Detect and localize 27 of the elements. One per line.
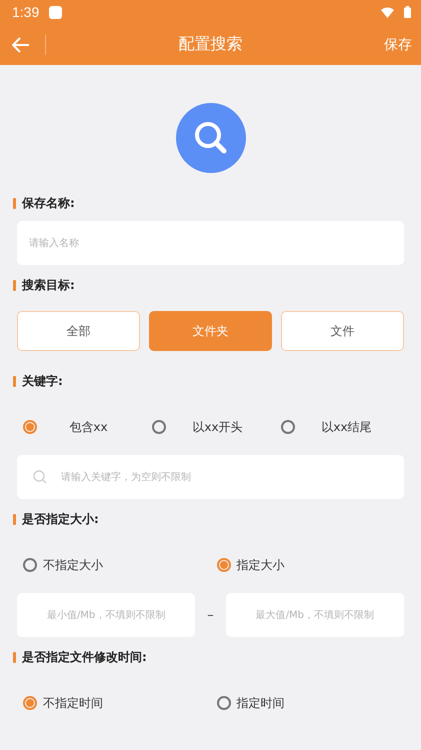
radio-option[interactable]: 指定时间 (210, 691, 404, 715)
notification-icon (49, 6, 62, 18)
wifi-icon (381, 6, 394, 18)
radio-option[interactable]: 不指定时间 (17, 691, 210, 715)
section-label: 保存名称: (13, 193, 404, 213)
radio-option[interactable]: 不指定大小 (17, 553, 210, 577)
min-size-field[interactable]: 最小值/Mb，不填则不限制 (17, 593, 196, 637)
target-option-button[interactable]: 文件 (281, 311, 404, 351)
status-time: 1:39 (12, 4, 40, 20)
radio-option[interactable]: 指定大小 (210, 553, 404, 577)
radio-option[interactable]: 以xx结尾 (275, 415, 404, 439)
search-icon (176, 103, 246, 173)
radio-option[interactable]: 以xx开头 (146, 415, 275, 439)
section-label: 是否指定大小: (13, 509, 404, 529)
section-label: 是否指定文件修改时间: (13, 647, 404, 667)
radio-option[interactable]: 包含xx (17, 415, 146, 439)
target-option-button[interactable]: 全部 (17, 311, 140, 351)
back-arrow-icon (12, 36, 30, 52)
battery-icon (404, 6, 411, 18)
name-input-field[interactable]: 请输入名称 (17, 221, 404, 265)
max-size-field[interactable]: 最大值/Mb，不填则不限制 (226, 593, 404, 637)
page-title: 配置搜索 (178, 34, 242, 55)
search-icon (33, 470, 47, 484)
range-dash: – (207, 608, 214, 622)
section-label: 搜索目标: (13, 275, 404, 295)
keyword-search-field[interactable]: 请输入关键字，为空则不限制 (17, 455, 404, 499)
section-label: 关键字: (13, 371, 404, 391)
